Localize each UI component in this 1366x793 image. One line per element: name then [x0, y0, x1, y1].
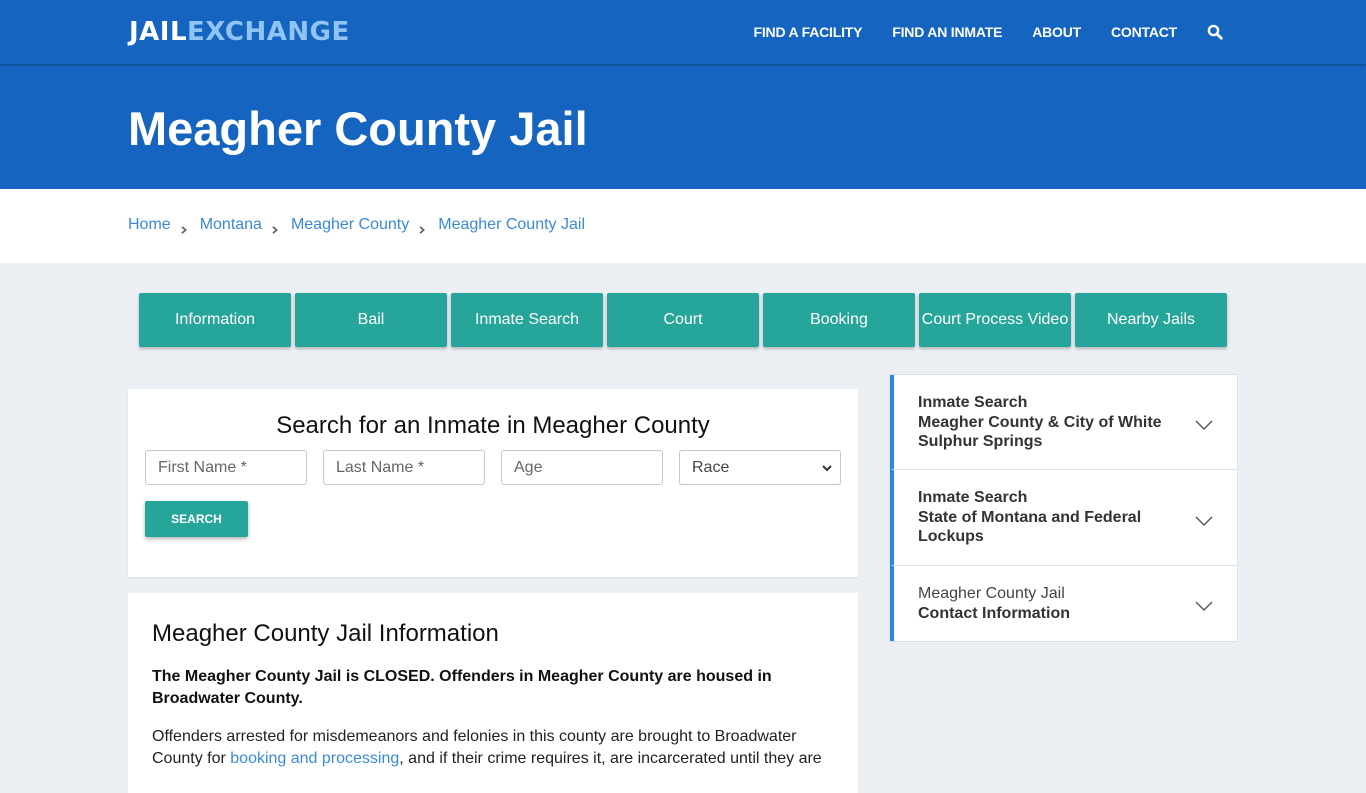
page-title: Meagher County Jail: [128, 102, 588, 155]
race-select[interactable]: Race: [679, 450, 841, 485]
tab-court[interactable]: Court: [607, 293, 759, 347]
chevron-down-icon[interactable]: [1195, 417, 1213, 430]
closed-notice: The Meagher County Jail is CLOSED. Offen…: [152, 668, 772, 707]
age-input[interactable]: [501, 450, 663, 485]
accordion-item-title: Inmate Search: [918, 394, 1028, 411]
search-card-title: Search for an Inmate in Meagher County: [276, 412, 710, 439]
accordion-item-subtitle: State of Montana and Federal Lockups: [918, 508, 1142, 546]
logo-jail-text: JAIL: [129, 17, 188, 47]
hero-banner: Meagher County Jail: [0, 64, 1366, 189]
breadcrumb: Home Montana Meagher County Meagher Coun…: [128, 216, 585, 234]
inmate-search-card: Search for an Inmate in Meagher County R…: [128, 389, 858, 577]
info-heading: Meagher County Jail Information: [152, 620, 499, 647]
section-tabs: Information Bail Inmate Search Court Boo…: [139, 293, 1231, 347]
nav-find-a-facility[interactable]: FIND A FACILITY: [754, 24, 863, 40]
accordion-item-meagher-inmate-search[interactable]: Inmate Search Meagher County & City of W…: [890, 375, 1237, 470]
breadcrumb-meagher-county[interactable]: Meagher County: [291, 216, 409, 234]
chevron-right-icon: [418, 221, 426, 234]
booking-processing-link[interactable]: booking and processing: [230, 750, 399, 767]
tab-bail[interactable]: Bail: [295, 293, 447, 347]
nav-about[interactable]: ABOUT: [1032, 24, 1081, 40]
chevron-right-icon: [271, 221, 279, 234]
breadcrumb-bar: Home Montana Meagher County Meagher Coun…: [0, 189, 1366, 263]
sidebar-accordion: Inmate Search Meagher County & City of W…: [889, 374, 1238, 642]
search-button[interactable]: SEARCH: [145, 501, 248, 537]
nav-contact[interactable]: CONTACT: [1111, 24, 1177, 40]
top-navbar: JAILEXCHANGE FIND A FACILITY FIND AN INM…: [0, 0, 1366, 64]
accordion-item-contact-information[interactable]: Meagher County Jail Contact Information: [890, 566, 1237, 641]
tab-inmate-search[interactable]: Inmate Search: [451, 293, 603, 347]
race-select-value: Race: [692, 458, 730, 476]
main-nav: FIND A FACILITY FIND AN INMATE ABOUT CON…: [754, 0, 1366, 64]
logo-exchange-text: EXCHANGE: [187, 17, 350, 47]
accordion-item-subtitle: Meagher County & City of White Sulphur S…: [918, 413, 1162, 451]
chevron-down-icon[interactable]: [1195, 513, 1213, 526]
accordion-item-title: Meagher County Jail: [918, 585, 1065, 602]
breadcrumb-home[interactable]: Home: [128, 216, 171, 234]
info-paragraph: Offenders arrested for misdemeanors and …: [152, 726, 842, 770]
first-name-input[interactable]: [145, 450, 307, 485]
chevron-down-icon[interactable]: [1195, 598, 1213, 611]
tab-nearby-jails[interactable]: Nearby Jails: [1075, 293, 1227, 347]
chevron-right-icon: [180, 221, 188, 234]
breadcrumb-montana[interactable]: Montana: [200, 216, 262, 234]
tab-booking[interactable]: Booking: [763, 293, 915, 347]
site-logo[interactable]: JAILEXCHANGE: [129, 17, 350, 47]
breadcrumb-meagher-county-jail[interactable]: Meagher County Jail: [438, 216, 585, 234]
tab-court-process-video[interactable]: Court Process Video: [919, 293, 1071, 347]
jail-information-card: Meagher County Jail Information The Meag…: [128, 593, 858, 793]
search-icon[interactable]: [1207, 24, 1223, 40]
nav-find-an-inmate[interactable]: FIND AN INMATE: [892, 24, 1002, 40]
accordion-item-state-federal-search[interactable]: Inmate Search State of Montana and Feder…: [890, 470, 1237, 566]
accordion-item-subtitle: Contact Information: [918, 604, 1070, 622]
tab-information[interactable]: Information: [139, 293, 291, 347]
chevron-down-icon: [822, 459, 832, 477]
accordion-item-title: Inmate Search: [918, 489, 1028, 506]
info-text-after: , and if their crime requires it, are in…: [399, 750, 822, 767]
last-name-input[interactable]: [323, 450, 485, 485]
